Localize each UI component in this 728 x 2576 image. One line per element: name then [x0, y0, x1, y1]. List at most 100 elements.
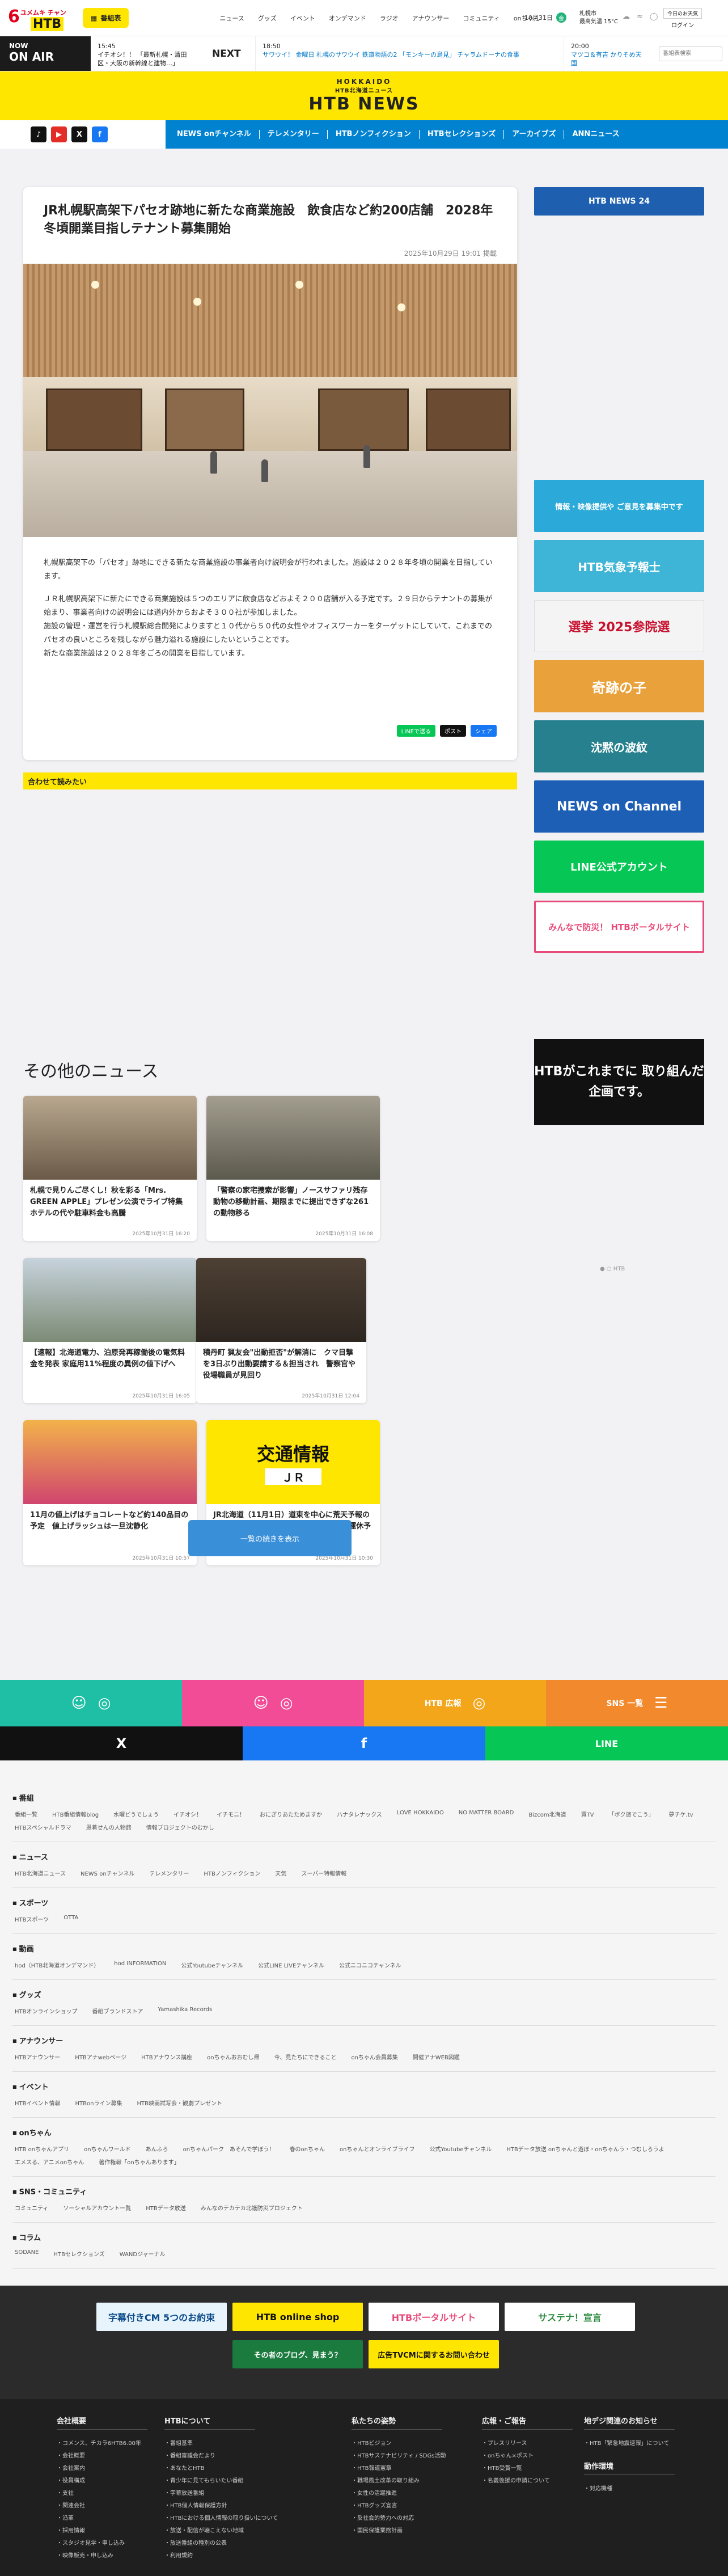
footer-link[interactable]: テレメンタリー — [149, 1869, 189, 1877]
footer-link[interactable]: HTBイベント情報 — [15, 2098, 61, 2107]
footer-link[interactable]: HTBノンフィクション — [204, 1869, 260, 1877]
footer-link[interactable]: 恩着せんの人物館 — [86, 1823, 132, 1831]
footer-link[interactable]: hod INFORMATION — [114, 1961, 166, 1969]
footer-column-link[interactable]: 女性の活躍推進 — [352, 2488, 446, 2500]
kiseki-banner[interactable]: 奇跡の子 — [534, 660, 704, 712]
footer-column-link[interactable]: 支社 — [57, 2488, 147, 2500]
blog-banner[interactable]: その者のブログ、見まう？ — [232, 2340, 363, 2368]
footer-link[interactable]: onちゃんワールド — [84, 2144, 130, 2153]
footer-link[interactable]: ソーシャルアカウント一覧 — [63, 2203, 131, 2212]
ad-inquiry-banner[interactable]: 広告TVCMに関するお問い合わせ — [369, 2340, 499, 2368]
footer-link[interactable]: 公式Youtubeチャンネル — [181, 1961, 243, 1969]
footer-link[interactable]: ハナタレナックス — [337, 1810, 382, 1818]
footer-section-heading[interactable]: コラム — [12, 2232, 716, 2243]
htb-logo[interactable]: 6 ユメムキ チャン HTB — [8, 5, 70, 32]
program-search-input[interactable] — [659, 46, 722, 61]
news-on-channel-banner[interactable]: NEWS on Channel — [534, 780, 704, 833]
footer-link[interactable]: 番組一覧 — [15, 1810, 37, 1818]
footer-link[interactable]: HTBセレクションズ — [53, 2249, 104, 2258]
footer-link[interactable]: onちゃん会員募集 — [351, 2053, 397, 2061]
nav-archives[interactable]: アーカイブズ — [504, 130, 565, 139]
footer-link[interactable]: HTB映画試写会・観劇プレゼント — [137, 2098, 222, 2107]
nav-radio[interactable]: ラジオ — [380, 14, 399, 23]
footer-link[interactable]: 著作権報「onちゃんあります」 — [99, 2157, 179, 2166]
line-official-banner[interactable]: LINE公式アカウント — [534, 841, 704, 893]
footer-link[interactable]: onちゃんパーク あそんで学ぼう！ — [183, 2144, 275, 2153]
carousel-dots[interactable]: ● ○ HTB — [600, 1266, 625, 1272]
footer-column-link[interactable]: HTB報道憲章 — [352, 2463, 446, 2475]
x-icon[interactable]: X — [71, 126, 87, 142]
x-share-button[interactable]: ポスト — [440, 725, 466, 737]
footer-column-link[interactable]: 放送番組の種別の公表 — [164, 2537, 278, 2550]
footer-link[interactable]: HTBonライン募集 — [75, 2098, 122, 2107]
footer-link[interactable]: LOVE HOKKAIDO — [397, 1810, 444, 1818]
footer-link[interactable]: HTB onちゃんアプリ — [15, 2144, 69, 2153]
footer-link[interactable]: 買TV — [581, 1810, 594, 1818]
footer-column-link[interactable]: 国民保護業務計画 — [352, 2525, 446, 2537]
next-program-2[interactable]: 20:00 マツコ＆有吉 かりそめ天国 — [564, 36, 654, 71]
footer-link[interactable]: HTBオンラインショップ — [15, 2007, 78, 2015]
footer-link[interactable]: 今、見たちにできること — [274, 2053, 337, 2061]
footer-link[interactable]: HTBスペシャルドラマ — [15, 1823, 71, 1831]
footer-link[interactable]: HTBデータ放送 onちゃんと遊ぼ・onちゃんう・つむしろうよ — [506, 2144, 664, 2153]
footer-link[interactable]: あんふろ — [146, 2144, 168, 2153]
footer-link[interactable]: 春のonちゃん — [290, 2144, 325, 2153]
footer-column-link[interactable]: 役員構成 — [57, 2475, 147, 2488]
next-program[interactable]: 18:50 サワウイ！ 金曜日 札幌のサワウイ 鉄道物語の2 「モンキーの鳥見」… — [255, 36, 564, 71]
nav-telementary[interactable]: テレメンタリー — [260, 130, 328, 139]
footer-section-heading[interactable]: onちゃん — [12, 2127, 716, 2138]
footer-link[interactable]: WANDジャーナル — [120, 2249, 166, 2258]
footer-link[interactable]: 公式LINE LIVEチャンネル — [258, 1961, 324, 1969]
band-onchan-instagram-2[interactable]: ☺ ◎ — [182, 1680, 364, 1726]
footer-link[interactable]: NO MATTER BOARD — [459, 1810, 514, 1818]
footer-column-link[interactable]: 会社案内 — [57, 2463, 147, 2475]
footer-column-link[interactable]: 名義後援の申請について — [482, 2475, 573, 2488]
htb-projects-banner[interactable]: HTBがこれまでに 取り組んだ企画です。 — [534, 1039, 704, 1125]
footer-column-link[interactable]: コメンス、チカラ6HTB6.00年 — [57, 2438, 147, 2450]
footer-link[interactable]: エメスる、アニメonちゃん — [15, 2157, 84, 2166]
news-card[interactable]: 【速報】北海道電力、泊原発再稼働後の電気料金を発表 家庭用11%程度の異例の値下… — [23, 1258, 197, 1403]
online-shop-banner[interactable]: HTB online shop — [232, 2303, 363, 2331]
footer-column-link[interactable]: 番組基準 — [164, 2438, 278, 2450]
footer-column-link[interactable]: HTB「緊急地震速報」について — [584, 2438, 675, 2450]
band-sns-list[interactable]: SNS 一覧 ☰ — [546, 1680, 728, 1726]
nav-announcer[interactable]: アナウンサー — [412, 14, 450, 23]
footer-section-heading[interactable]: イベント — [12, 2081, 716, 2092]
band-onchan-instagram[interactable]: ☺ ◎ — [0, 1680, 182, 1726]
footer-link[interactable]: 公式ニコニコチャンネル — [339, 1961, 401, 1969]
weather-widget[interactable]: 札幌市 最高気温 15°C — [579, 10, 618, 26]
footer-link[interactable]: 情報プロジェクトのむかし — [146, 1823, 214, 1831]
chinmoku-banner[interactable]: 沈黙の波紋 — [534, 720, 704, 772]
nav-nonfiction[interactable]: HTBノンフィクション — [328, 130, 420, 139]
footer-link[interactable]: hod（HTB北海道オンデマンド） — [15, 1961, 99, 1969]
footer-link[interactable]: 公式Youtubeチャンネル — [430, 2144, 492, 2153]
facebook-icon[interactable]: f — [92, 126, 108, 142]
footer-column-link[interactable]: HTBにおける個人情報の取り扱いについて — [164, 2512, 278, 2525]
current-program[interactable]: 15:45 イチオシ！！ 「最新札幌・清田区・大阪の新幹線と建物…」 — [91, 36, 198, 71]
news-card[interactable]: 11月の値上げはチョコレートなど約140品目の予定 値上げラッシュは一旦沈静化 … — [23, 1420, 197, 1565]
news-card[interactable]: 積丹町 猟友会"出動拒否"が解消に クマ目撃を3日ぶり出動要請する＆担当され 警… — [196, 1258, 366, 1403]
footer-link[interactable]: 番組ブランドストア — [92, 2007, 143, 2015]
footer-link[interactable]: コミュニティ — [15, 2203, 48, 2212]
cm-banner[interactable]: 字幕付きCM 5つのお約束 — [96, 2303, 227, 2331]
tiktok-icon[interactable]: ♪ — [31, 126, 46, 142]
footer-column-link[interactable]: 関連会社 — [57, 2500, 147, 2512]
htb-news-logo[interactable]: HOKKAIDO HTB北海道ニュース HTB NEWS — [308, 78, 419, 114]
share-x-button[interactable]: X — [0, 1726, 243, 1760]
footer-link[interactable]: HTBアナウンサー — [15, 2053, 60, 2061]
footer-column-link[interactable]: 採用情報 — [57, 2525, 147, 2537]
share-facebook-button[interactable]: f — [243, 1726, 485, 1760]
footer-section-heading[interactable]: ニュース — [12, 1851, 716, 1862]
info-submission-banner[interactable]: 情報・映像提供や ご意見を募集中です — [534, 480, 704, 532]
footer-column-link[interactable]: 映像販売・申し込み — [57, 2550, 147, 2562]
footer-column-link[interactable]: HTB受賞一覧 — [482, 2463, 573, 2475]
nav-event[interactable]: イベント — [290, 14, 315, 23]
footer-column-link[interactable]: HTBビジョン — [352, 2438, 446, 2450]
footer-link[interactable]: 「ボク旅でこう」 — [609, 1810, 654, 1818]
footer-link[interactable]: HTB番組情報blog — [52, 1810, 99, 1818]
footer-section-heading[interactable]: 動画 — [12, 1943, 716, 1954]
line-share-button[interactable]: LINEで送る — [396, 725, 435, 737]
footer-link[interactable]: 天気 — [275, 1869, 286, 1877]
footer-column-link[interactable]: HTB個人情報保護方針 — [164, 2500, 278, 2512]
news-card[interactable]: 「警察の家宅捜索が影響」ノースサファリ残存動物の移動計画、期限までに提出できずな… — [206, 1096, 380, 1241]
